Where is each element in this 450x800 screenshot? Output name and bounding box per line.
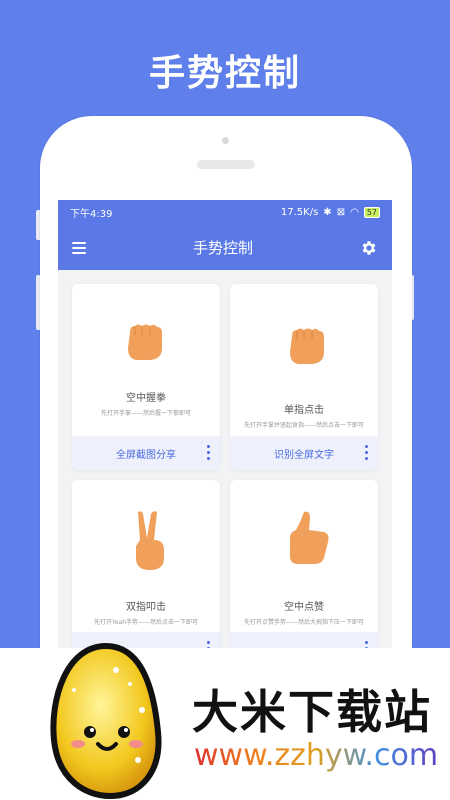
speaker-slot bbox=[197, 160, 255, 169]
victory-hand-icon bbox=[136, 511, 164, 570]
bluetooth-icon: ✱ bbox=[323, 207, 332, 218]
camera-dot bbox=[222, 137, 229, 144]
card-title: 空中点赞 bbox=[284, 602, 324, 613]
card-title: 空中握拳 bbox=[126, 393, 166, 404]
gear-icon[interactable] bbox=[360, 239, 378, 257]
hamburger-menu-icon[interactable] bbox=[72, 241, 86, 254]
card-action-button[interactable]: 识别全屏文字 bbox=[274, 446, 334, 461]
watermark-name: 大米下载站 bbox=[192, 685, 432, 739]
network-speed: 17.5K/s bbox=[280, 207, 319, 218]
card-footer: 识别全屏文字 bbox=[230, 436, 378, 470]
gesture-card-thumbs-up[interactable]: 空中点赞 先打开点赞手势——然后大拇指下压一下即可 bbox=[230, 480, 378, 660]
fist-hand-icon bbox=[290, 328, 324, 364]
app-bar: 手势控制 bbox=[58, 225, 392, 270]
card-footer: 全屏截图分享 bbox=[72, 436, 220, 470]
card-title: 单指点击 bbox=[284, 405, 324, 416]
fist-hand-icon bbox=[128, 324, 162, 360]
watermark-url: www.zzhyw.com bbox=[194, 738, 438, 773]
gesture-card-double-tap[interactable]: 双指叩击 先打开Yeah手势——然后点击一下即可 bbox=[72, 480, 220, 660]
app-title: 手势控制 bbox=[192, 239, 253, 257]
card-desc: 先打开手掌并竖起食指——然后点击一下即可 bbox=[243, 422, 364, 429]
status-time: 下午4:39 bbox=[70, 209, 113, 220]
signal-icon: ⊠ bbox=[336, 207, 346, 218]
banner-title: 手势控制 bbox=[148, 53, 301, 94]
thumbs-up-icon bbox=[290, 511, 329, 564]
rice-mascot-logo bbox=[50, 642, 162, 800]
wifi-icon: ◠ bbox=[350, 207, 359, 218]
card-action-button[interactable]: 全屏截图分享 bbox=[116, 446, 176, 461]
more-options-icon[interactable] bbox=[207, 445, 210, 460]
app-screen: 下午4:39 17.5K/s ✱ ⊠ ◠ 57 手势控制 空中握拳 先打开手掌—… bbox=[58, 200, 392, 660]
more-options-icon[interactable] bbox=[365, 445, 368, 460]
card-desc: 先打开Yeah手势——然后点击一下即可 bbox=[93, 619, 199, 626]
card-desc: 先打开点赞手势——然后大拇指下压一下即可 bbox=[243, 619, 364, 626]
card-desc: 先打开手掌——然后握一下拳即可 bbox=[100, 410, 191, 417]
gesture-card-fist[interactable]: 空中握拳 先打开手掌——然后握一下拳即可 全屏截图分享 bbox=[72, 284, 220, 470]
gesture-card-single-tap[interactable]: 单指点击 先打开手掌并竖起食指——然后点击一下即可 识别全屏文字 bbox=[230, 284, 378, 470]
watermark-url-text: www.zzhyw.com bbox=[194, 738, 439, 773]
gesture-grid: 空中握拳 先打开手掌——然后握一下拳即可 全屏截图分享 单指点击 先打开手掌并竖… bbox=[72, 284, 380, 660]
status-bar: 下午4:39 17.5K/s ✱ ⊠ ◠ 57 bbox=[58, 200, 392, 225]
card-title: 双指叩击 bbox=[126, 602, 166, 613]
battery-icon: 57 bbox=[363, 207, 380, 218]
